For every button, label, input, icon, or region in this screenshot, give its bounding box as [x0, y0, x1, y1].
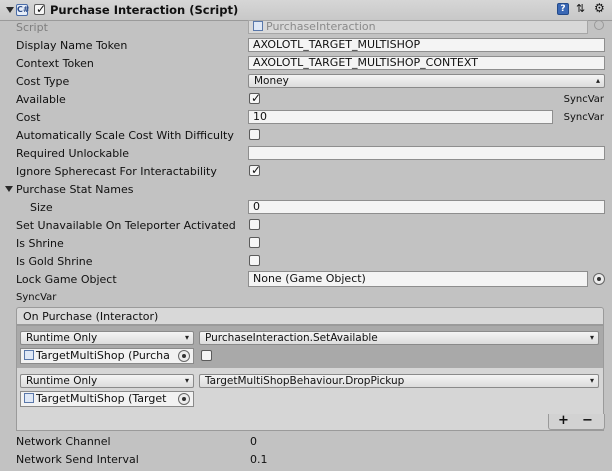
- cost-type-label: Cost Type: [16, 75, 70, 88]
- purchase-stat-names-foldout-icon[interactable]: [5, 186, 13, 192]
- cost-type-dropdown[interactable]: Money ▴: [248, 74, 605, 88]
- event-2-function-dropdown[interactable]: TargetMultiShopBehaviour.DropPickup ▾: [199, 374, 599, 388]
- network-send-interval-value: 0.1: [250, 453, 268, 466]
- display-name-token-input[interactable]: AXOLOTL_TARGET_MULTISHOP: [248, 38, 605, 52]
- lock-game-object-label: Lock Game Object: [16, 273, 117, 286]
- add-event-button[interactable]: +: [558, 414, 569, 428]
- gear-settings-icon[interactable]: ⚙: [594, 1, 605, 15]
- script-field-value: PurchaseInteraction: [266, 20, 376, 33]
- event-1-function-value: PurchaseInteraction.SetAvailable: [205, 332, 378, 344]
- auto-scale-cost-checkbox[interactable]: [249, 129, 260, 140]
- script-file-icon: [253, 21, 263, 31]
- lock-game-object-picker-icon[interactable]: [593, 273, 605, 285]
- network-send-interval-label: Network Send Interval: [16, 453, 139, 466]
- object-picker-icon: [594, 20, 604, 30]
- on-purchase-title: On Purchase (Interactor): [23, 310, 159, 323]
- is-gold-shrine-checkbox[interactable]: [249, 255, 260, 266]
- component-title: Purchase Interaction (Script): [50, 3, 239, 17]
- component-header: C# Purchase Interaction (Script) ? ⇅ ⚙: [0, 0, 612, 21]
- cost-input[interactable]: 10: [248, 110, 553, 124]
- stat-names-size-input[interactable]: 0: [248, 200, 605, 214]
- is-shrine-label: Is Shrine: [16, 237, 64, 250]
- event-1-argument-checkbox[interactable]: [201, 350, 212, 361]
- on-purchase-header: On Purchase (Interactor): [16, 307, 604, 325]
- available-label: Available: [16, 93, 66, 106]
- script-field: PurchaseInteraction: [248, 20, 588, 34]
- available-checkbox[interactable]: [249, 91, 261, 105]
- set-unavailable-teleporter-checkbox[interactable]: [249, 219, 260, 230]
- event-1-target-value: TargetMultiShop (Purcha: [36, 349, 170, 362]
- event-2-target-field[interactable]: TargetMultiShop (Target: [20, 391, 194, 407]
- help-book-icon[interactable]: ?: [557, 3, 569, 15]
- available-syncvar-label: SyncVar: [563, 94, 604, 105]
- preset-sliders-icon[interactable]: ⇅: [576, 2, 585, 15]
- lock-game-object-syncvar-label: SyncVar: [16, 292, 57, 303]
- script-object-icon: [24, 350, 34, 360]
- context-token-label: Context Token: [16, 57, 94, 70]
- required-unlockable-input[interactable]: [248, 146, 605, 160]
- list-footer: + −: [548, 414, 605, 430]
- network-channel-label: Network Channel: [16, 435, 111, 448]
- event-2-target-value: TargetMultiShop (Target: [36, 392, 167, 405]
- is-gold-shrine-label: Is Gold Shrine: [16, 255, 93, 268]
- cost-syncvar-label: SyncVar: [563, 112, 604, 123]
- cost-type-value: Money: [254, 75, 289, 87]
- ignore-spherecast-label: Ignore Spherecast For Interactability: [16, 165, 217, 178]
- ignore-spherecast-checkbox[interactable]: [249, 163, 261, 177]
- script-label: Script: [16, 21, 48, 34]
- component-enabled-checkbox[interactable]: [34, 2, 46, 16]
- purchase-stat-names-label[interactable]: Purchase Stat Names: [16, 183, 133, 196]
- event-1-function-dropdown[interactable]: PurchaseInteraction.SetAvailable ▾: [199, 331, 599, 345]
- script-object-icon: [24, 393, 34, 403]
- event-1-mode-dropdown[interactable]: Runtime Only ▾: [20, 331, 194, 345]
- dropdown-arrows-icon: ▾: [184, 333, 189, 342]
- display-name-token-label: Display Name Token: [16, 39, 128, 52]
- foldout-arrow-icon[interactable]: [6, 7, 14, 13]
- set-unavailable-teleporter-label: Set Unavailable On Teleporter Activated: [16, 219, 236, 232]
- event-2-mode-value: Runtime Only: [26, 375, 98, 387]
- dropdown-arrows-icon: ▾: [589, 376, 594, 385]
- cost-label: Cost: [16, 111, 41, 124]
- event-2-function-value: TargetMultiShopBehaviour.DropPickup: [205, 375, 405, 387]
- stat-names-size-label: Size: [30, 201, 53, 214]
- dropdown-arrows-icon: ▾: [589, 333, 594, 342]
- dropdown-arrows-icon: ▴: [595, 76, 600, 85]
- event-2-target-picker-icon[interactable]: [178, 393, 190, 405]
- event-1-target-picker-icon[interactable]: [178, 350, 190, 362]
- context-token-input[interactable]: AXOLOTL_TARGET_MULTISHOP_CONTEXT: [248, 56, 605, 70]
- auto-scale-cost-label: Automatically Scale Cost With Difficulty: [16, 129, 234, 142]
- event-1-mode-value: Runtime Only: [26, 332, 98, 344]
- dropdown-arrows-icon: ▾: [184, 376, 189, 385]
- event-1-target-field[interactable]: TargetMultiShop (Purcha: [20, 348, 194, 364]
- required-unlockable-label: Required Unlockable: [16, 147, 130, 160]
- network-channel-value: 0: [250, 435, 257, 448]
- event-2-mode-dropdown[interactable]: Runtime Only ▾: [20, 374, 194, 388]
- is-shrine-checkbox[interactable]: [249, 237, 260, 248]
- script-component-icon: C#: [16, 4, 30, 16]
- lock-game-object-field[interactable]: None (Game Object): [248, 271, 588, 287]
- remove-event-button[interactable]: −: [582, 414, 593, 428]
